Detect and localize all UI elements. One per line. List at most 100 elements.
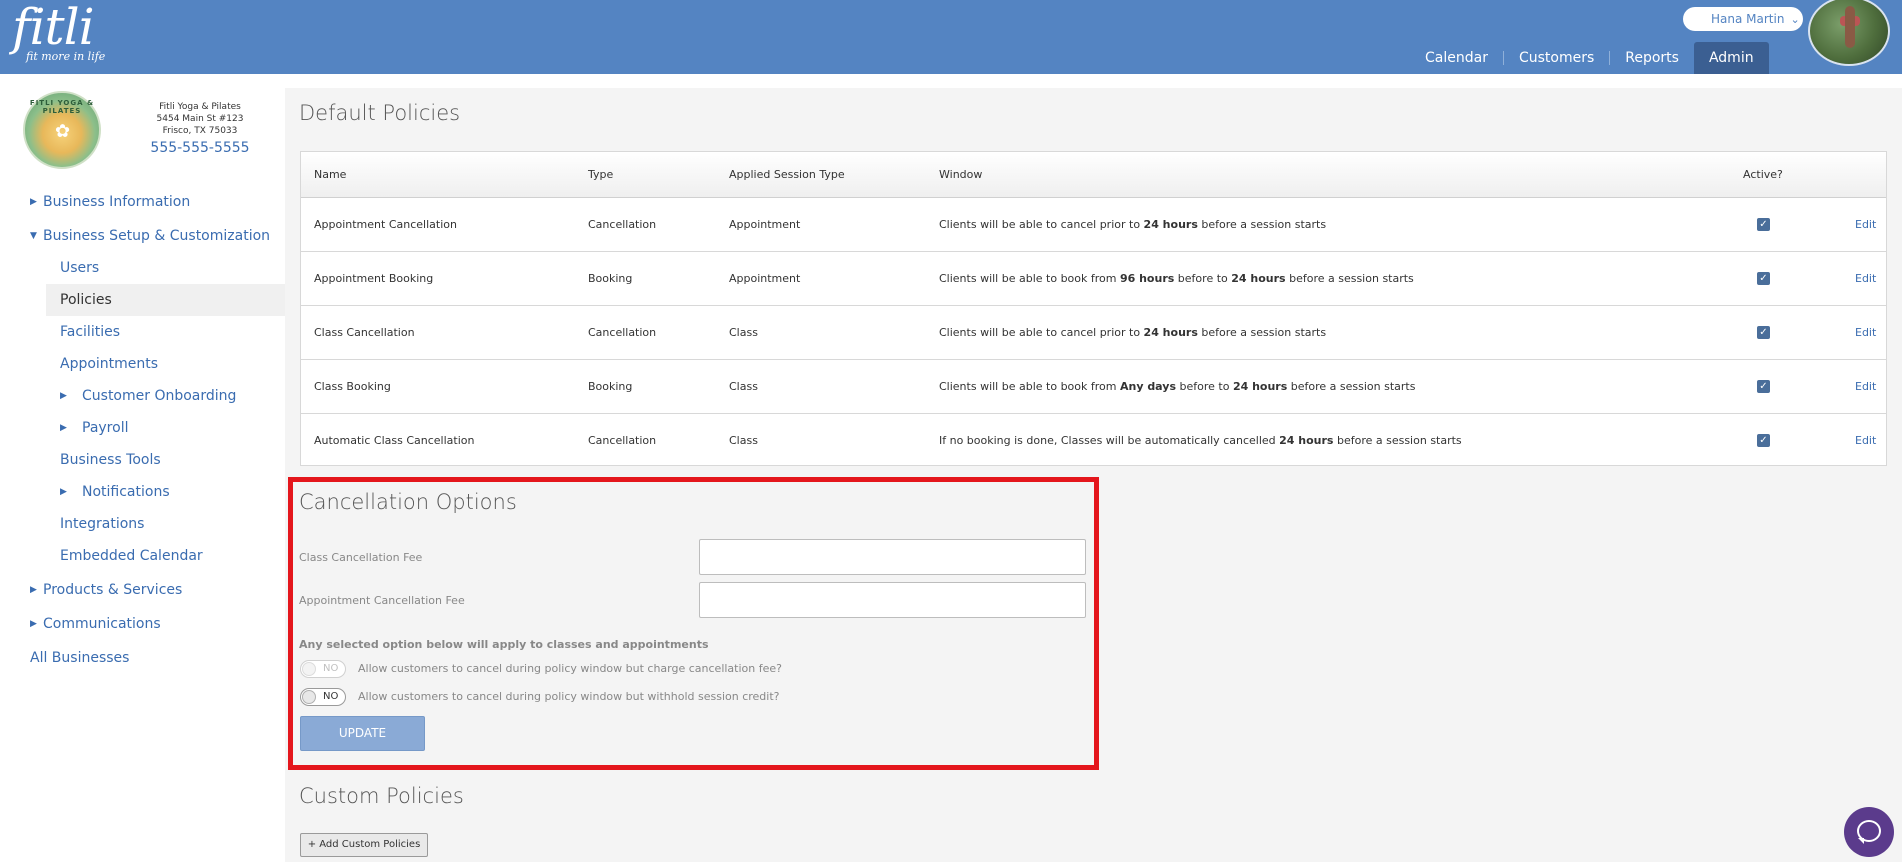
policy-session-type: Appointment xyxy=(729,218,801,231)
column-header-active: Active? xyxy=(1743,168,1783,181)
sidebar-item-products-services[interactable]: ▶ Products & Services xyxy=(0,574,285,606)
policy-window: If no booking is done, Classes will be a… xyxy=(939,434,1462,447)
policy-type: Cancellation xyxy=(588,218,657,231)
window-text: Clients will be able to cancel prior to xyxy=(939,326,1144,339)
sidebar-item-integrations[interactable]: Integrations xyxy=(0,508,285,540)
chat-bubble-tail xyxy=(1858,838,1864,844)
policy-type: Cancellation xyxy=(588,434,657,447)
caret-right-icon: ▶ xyxy=(30,619,37,629)
table-row: Appointment Booking Booking Appointment … xyxy=(301,252,1886,306)
table-header: Name Type Applied Session Type Window Ac… xyxy=(301,152,1886,198)
sidebar-item-label: Business Tools xyxy=(60,452,161,468)
edit-link[interactable]: Edit xyxy=(1855,434,1876,447)
caret-right-icon: ▶ xyxy=(30,585,37,595)
caret-right-icon: ▶ xyxy=(60,423,67,433)
active-checkbox[interactable]: ✓ xyxy=(1757,272,1770,285)
nav-reports[interactable]: Reports xyxy=(1610,42,1694,74)
caret-right-icon: ▶ xyxy=(60,487,67,497)
sidebar-item-business-setup[interactable]: ▼ Business Setup & Customization xyxy=(0,220,285,252)
sidebar-item-label: Communications xyxy=(43,616,161,632)
sidebar-item-label: Facilities xyxy=(60,324,120,340)
active-checkbox[interactable]: ✓ xyxy=(1757,218,1770,231)
sidebar-item-payroll[interactable]: ▶ Payroll xyxy=(0,412,285,444)
policy-name: Automatic Class Cancellation xyxy=(314,434,475,447)
policy-window: Clients will be able to cancel prior to … xyxy=(939,326,1326,339)
logo-text: fitli xyxy=(12,0,95,56)
policy-type: Cancellation xyxy=(588,326,657,339)
sidebar-item-label: All Businesses xyxy=(30,650,130,666)
sidebar-item-embedded-calendar[interactable]: Embedded Calendar xyxy=(0,540,285,572)
policy-window: Clients will be able to cancel prior to … xyxy=(939,218,1326,231)
sidebar-item-communications[interactable]: ▶ Communications xyxy=(0,608,285,640)
sidebar-item-label: Products & Services xyxy=(43,582,183,598)
toggle-state: NO xyxy=(323,691,339,702)
edit-link[interactable]: Edit xyxy=(1855,272,1876,285)
class-cancellation-fee-input[interactable] xyxy=(699,539,1086,575)
sidebar-item-business-information[interactable]: ▶ Business Information xyxy=(0,186,285,218)
charge-fee-toggle[interactable]: NO xyxy=(300,660,346,678)
default-policies-table: Name Type Applied Session Type Window Ac… xyxy=(300,151,1887,466)
sidebar-item-policies[interactable]: Policies xyxy=(46,284,285,316)
nav-calendar[interactable]: Calendar xyxy=(1410,42,1503,74)
sidebar-item-label: Notifications xyxy=(82,484,170,500)
window-value: 24 hours xyxy=(1143,218,1198,231)
window-value: 24 hours xyxy=(1231,272,1286,285)
caret-right-icon: ▶ xyxy=(60,391,67,401)
edit-link[interactable]: Edit xyxy=(1855,218,1876,231)
sidebar-item-facilities[interactable]: Facilities xyxy=(0,316,285,348)
table-row: Automatic Class Cancellation Cancellatio… xyxy=(301,414,1886,468)
sidebar-item-customer-onboarding[interactable]: ▶ Customer Onboarding xyxy=(0,380,285,412)
user-name: Hana Martin xyxy=(1711,12,1785,26)
user-menu[interactable]: Hana Martin ⌄ xyxy=(1683,7,1803,31)
toggle-knob xyxy=(302,662,316,676)
window-value: 24 hours xyxy=(1279,434,1334,447)
options-note: Any selected option below will apply to … xyxy=(299,638,709,651)
chevron-down-icon: ⌄ xyxy=(1790,12,1800,26)
add-custom-policies-button[interactable]: + Add Custom Policies xyxy=(300,833,428,857)
policy-session-type: Class xyxy=(729,380,758,393)
appointment-cancellation-fee-label: Appointment Cancellation Fee xyxy=(299,594,465,607)
policy-window: Clients will be able to book from 96 hou… xyxy=(939,272,1414,285)
window-value: Any days xyxy=(1119,380,1176,393)
nav-admin[interactable]: Admin xyxy=(1693,42,1769,74)
edit-link[interactable]: Edit xyxy=(1855,380,1876,393)
business-name: Fitli Yoga & Pilates xyxy=(159,102,241,112)
edit-link[interactable]: Edit xyxy=(1855,326,1876,339)
window-text: before a session starts xyxy=(1333,434,1462,447)
nav-customers[interactable]: Customers xyxy=(1504,42,1609,74)
sidebar-item-label: Business Information xyxy=(43,194,191,210)
active-checkbox[interactable]: ✓ xyxy=(1757,434,1770,447)
sidebar-item-users[interactable]: Users xyxy=(0,252,285,284)
withhold-credit-toggle[interactable]: NO xyxy=(300,688,346,706)
sidebar-item-label: Users xyxy=(60,260,100,276)
sidebar-item-appointments[interactable]: Appointments xyxy=(0,348,285,380)
policy-window: Clients will be able to book from Any da… xyxy=(939,380,1415,393)
business-info: Fitli Yoga & Pilates 5454 Main St #123 F… xyxy=(130,101,270,156)
window-value: 24 hours xyxy=(1232,380,1288,393)
business-logo-text: FITLI YOGA & PILATES xyxy=(29,99,95,115)
update-button[interactable]: UPDATE xyxy=(300,716,425,751)
business-address-line2: Frisco, TX 75033 xyxy=(162,126,238,136)
active-checkbox[interactable]: ✓ xyxy=(1757,380,1770,393)
sidebar-item-notifications[interactable]: ▶ Notifications xyxy=(0,476,285,508)
window-text: Clients will be able to cancel prior to xyxy=(939,218,1144,231)
window-text: before a session starts xyxy=(1287,380,1416,393)
column-header-name: Name xyxy=(314,168,347,181)
sidebar-item-label: Customer Onboarding xyxy=(82,388,237,404)
window-text: before a session starts xyxy=(1197,326,1327,339)
sidebar-item-all-businesses[interactable]: All Businesses xyxy=(0,642,285,674)
business-address-line1: 5454 Main St #123 xyxy=(156,114,244,124)
sidebar-item-business-tools[interactable]: Business Tools xyxy=(0,444,285,476)
active-checkbox[interactable]: ✓ xyxy=(1757,326,1770,339)
business-phone[interactable]: 555-555-5555 xyxy=(130,140,270,156)
avatar[interactable] xyxy=(1808,0,1890,66)
charge-fee-toggle-label: Allow customers to cancel during policy … xyxy=(358,662,782,675)
sidebar-item-label: Embedded Calendar xyxy=(60,548,203,564)
main-nav: Calendar Customers Reports Admin xyxy=(1410,42,1769,74)
chat-support-button[interactable] xyxy=(1844,807,1894,857)
sidebar-item-label: Appointments xyxy=(60,356,159,372)
fitli-logo[interactable]: fitli fit more in life xyxy=(12,0,105,63)
column-header-session-type: Applied Session Type xyxy=(729,168,845,181)
appointment-cancellation-fee-input[interactable] xyxy=(699,582,1086,618)
table-row: Class Booking Booking Class Clients will… xyxy=(301,360,1886,414)
